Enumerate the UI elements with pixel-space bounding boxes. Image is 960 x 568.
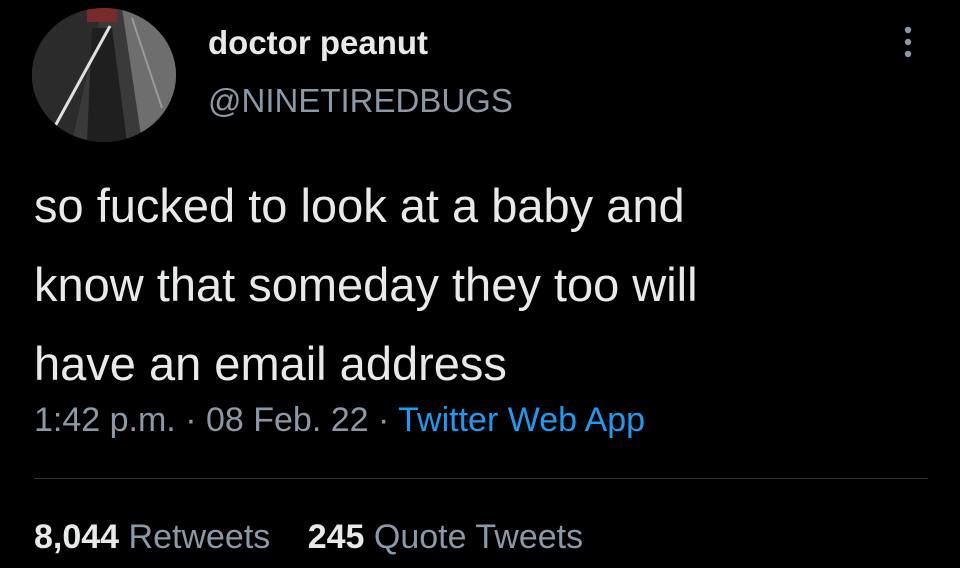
tweet-text: so fucked to look at a baby and know tha…: [34, 179, 698, 390]
retweets-stat[interactable]: 8,044 Retweets: [34, 518, 270, 556]
meta-separator: ·: [368, 401, 399, 439]
divider: [34, 478, 928, 479]
tweet-time[interactable]: 1:42 p.m.: [34, 401, 176, 439]
tweet-date[interactable]: 08 Feb. 22: [206, 401, 369, 439]
author-handle[interactable]: @NINETIREDBUGS: [208, 82, 513, 120]
tweet-stats: 8,044 Retweets 245 Quote Tweets: [34, 518, 611, 557]
retweets-count: 8,044: [34, 518, 120, 556]
tweet-source-link[interactable]: Twitter Web App: [398, 401, 645, 439]
retweets-label: Retweets: [128, 518, 271, 556]
profile-photo: [32, 8, 176, 142]
tweet-meta: 1:42 p.m. · 08 Feb. 22 · Twitter Web App: [34, 401, 645, 440]
author-display-name[interactable]: doctor peanut: [208, 24, 428, 62]
quote-tweets-count: 245: [307, 518, 365, 556]
more-vertical-icon: [904, 26, 912, 58]
quote-tweets-stat[interactable]: 245 Quote Tweets: [308, 518, 583, 556]
quote-tweets-label: Quote Tweets: [373, 518, 584, 556]
more-options-button[interactable]: [896, 22, 920, 62]
avatar[interactable]: [32, 8, 176, 142]
meta-separator: ·: [175, 401, 206, 439]
